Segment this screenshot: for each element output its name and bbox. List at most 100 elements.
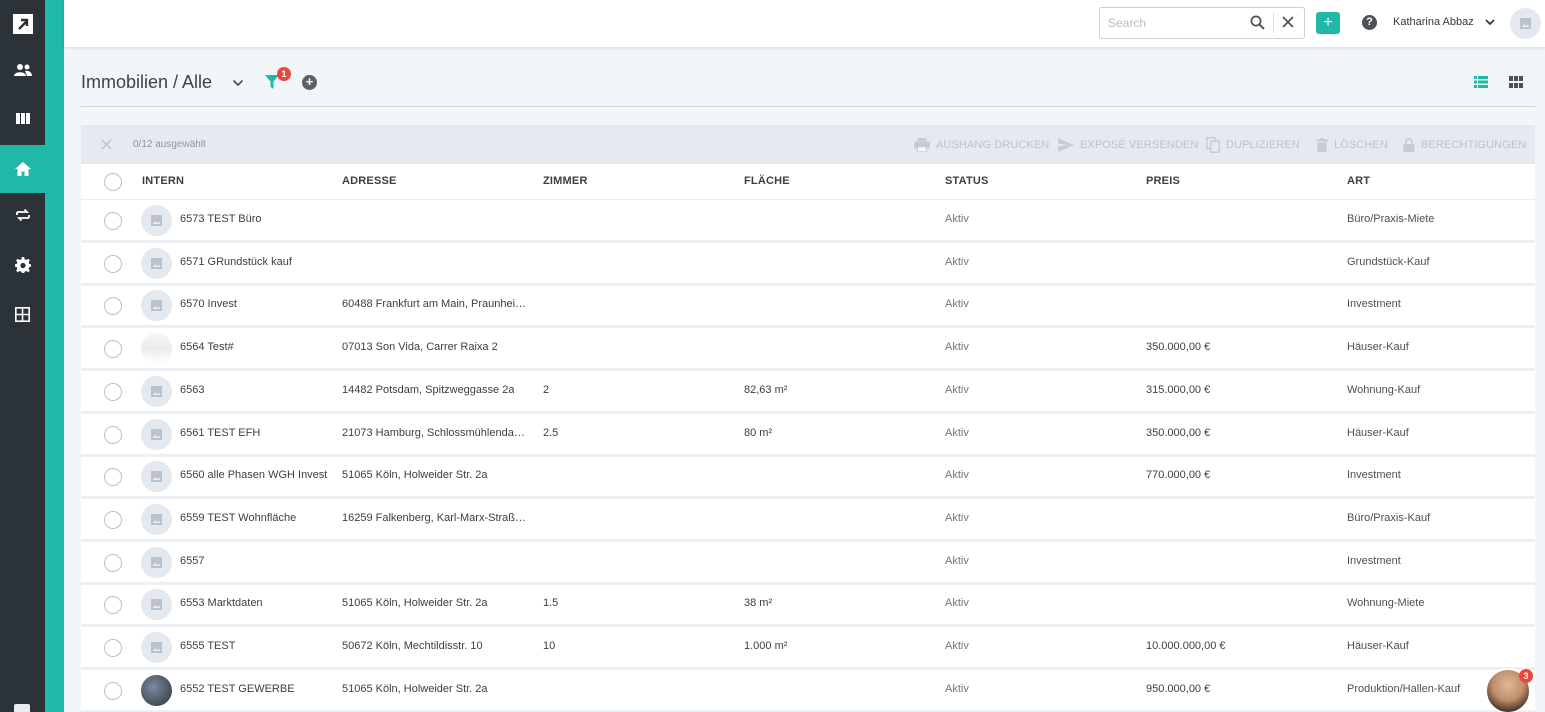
gear-icon[interactable] (0, 241, 45, 289)
table-row[interactable]: 6555 TEST 50672 Köln, Mechtildisstr. 10 10… (81, 627, 1535, 670)
chat-badge: 3 (1519, 669, 1533, 683)
row-select-radio[interactable] (104, 596, 122, 614)
help-icon[interactable]: ? (1362, 15, 1377, 30)
column-header-art[interactable]: ART (1347, 175, 1370, 187)
filter-icon[interactable] (265, 75, 279, 93)
property-thumbnail (141, 333, 172, 364)
column-header-intern[interactable]: INTERN (142, 175, 184, 187)
row-select-radio[interactable] (104, 468, 122, 486)
sidebar-bottom-tab[interactable] (14, 704, 30, 712)
cell-intern[interactable]: 6573 TEST Büro (180, 213, 262, 225)
cell-flaeche: 80 m² (744, 427, 773, 439)
avatar[interactable] (1510, 8, 1541, 39)
cell-intern[interactable]: 6557 (180, 555, 204, 567)
add-button[interactable]: + (1316, 12, 1340, 34)
grid-icon[interactable] (0, 290, 45, 338)
table-row[interactable]: 6559 TEST Wohnfläche 16259 Falkenberg, Ka… (81, 499, 1535, 542)
cell-intern[interactable]: 6561 TEST EFH (180, 427, 260, 439)
cell-preis: 350.000,00 € (1146, 427, 1211, 439)
row-select-radio[interactable] (104, 639, 122, 657)
duplicate-button[interactable]: DUPLIZIEREN (1206, 137, 1300, 153)
send-expose-label: EXPOSÉ VERSENDEN (1080, 139, 1199, 151)
cell-preis: 10.000.000,00 € (1146, 640, 1226, 652)
print-button[interactable]: AUSHANG DRUCKEN (914, 137, 1049, 153)
table-row[interactable]: 6573 TEST Büro Aktiv Büro/Praxis-Miete (81, 200, 1535, 243)
column-header-zimmer[interactable]: ZIMMER (543, 175, 588, 187)
cell-intern[interactable]: 6553 Marktdaten (180, 597, 263, 609)
cell-status: Aktiv (945, 683, 969, 695)
column-header-preis[interactable]: PREIS (1146, 175, 1180, 187)
cell-intern[interactable]: 6571 GRundstück kauf (180, 256, 292, 268)
selection-count: 0/12 ausgewählt (133, 139, 206, 150)
search-box (1099, 7, 1305, 39)
divider (81, 106, 1535, 107)
cell-art: Produktion/Hallen-Kauf (1347, 683, 1461, 695)
row-select-radio[interactable] (104, 682, 122, 700)
delete-button[interactable]: LÖSCHEN (1316, 137, 1388, 153)
search-input[interactable] (1108, 14, 1238, 32)
cell-intern[interactable]: 6552 TEST GEWERBE (180, 683, 295, 695)
cell-adresse: 14482 Potsdam, Spitzweggasse 2a (342, 384, 515, 396)
row-select-radio[interactable] (104, 297, 122, 315)
table-row[interactable]: 6570 Invest 60488 Frankfurt am Main, Prau… (81, 285, 1535, 328)
logo-arrow-icon[interactable] (0, 0, 45, 48)
row-select-radio[interactable] (104, 255, 122, 273)
send-expose-button[interactable]: EXPOSÉ VERSENDEN (1058, 137, 1198, 153)
table-row[interactable]: 6561 TEST EFH 21073 Hamburg, Schlossmühle… (81, 414, 1535, 457)
grid-view-icon[interactable] (1509, 76, 1523, 91)
permissions-button[interactable]: BERECHTIGUNGEN (1403, 137, 1526, 153)
cell-preis: 350.000,00 € (1146, 341, 1211, 353)
row-select-radio[interactable] (104, 426, 122, 444)
table-row[interactable]: 6563 14482 Potsdam, Spitzweggasse 2a 2 82,6… (81, 371, 1535, 414)
table-row[interactable]: 6560 alle Phasen WGH Invest 51065 Köln, H… (81, 456, 1535, 499)
add-icon[interactable]: + (302, 75, 317, 90)
select-all-radio[interactable] (104, 173, 122, 191)
print-icon (914, 138, 930, 152)
close-icon[interactable] (1282, 16, 1294, 31)
row-select-radio[interactable] (104, 340, 122, 358)
home-icon[interactable] (0, 145, 45, 193)
cell-intern[interactable]: 6564 Test# (180, 341, 234, 353)
row-select-radio[interactable] (104, 383, 122, 401)
cell-adresse: 60488 Frankfurt am Main, Praunheim... (342, 298, 528, 310)
cell-art: Häuser-Kauf (1347, 640, 1409, 652)
cell-intern[interactable]: 6570 Invest (180, 298, 237, 310)
cell-art: Investment (1347, 469, 1401, 481)
list-view-icon[interactable] (1474, 76, 1488, 91)
image-placeholder-icon (141, 290, 172, 321)
image-placeholder-icon (141, 547, 172, 578)
table-row[interactable]: 6552 TEST GEWERBE 51065 Köln, Holweider S… (81, 670, 1535, 712)
column-header-adresse[interactable]: ADRESSE (342, 175, 397, 187)
table-row[interactable]: 6571 GRundstück kauf Aktiv Grundstück-Kauf (81, 243, 1535, 286)
user-name[interactable]: Katharina Abbaz (1393, 16, 1474, 28)
search-icon[interactable] (1250, 15, 1265, 33)
row-select-radio[interactable] (104, 511, 122, 529)
lock-icon (1403, 138, 1415, 152)
cell-status: Aktiv (945, 597, 969, 609)
send-icon (1058, 138, 1074, 152)
close-icon[interactable] (101, 139, 112, 153)
cell-status: Aktiv (945, 341, 969, 353)
contacts-icon[interactable] (0, 46, 45, 94)
cell-intern[interactable]: 6559 TEST Wohnfläche (180, 512, 296, 524)
table-row[interactable]: 6564 Test# 07013 Son Vida, Carrer Raixa 2… (81, 328, 1535, 371)
row-select-radio[interactable] (104, 554, 122, 572)
permissions-label: BERECHTIGUNGEN (1421, 139, 1527, 151)
cell-intern[interactable]: 6560 alle Phasen WGH Invest (180, 469, 327, 481)
chevron-down-icon[interactable] (231, 77, 245, 92)
selection-actionbar: 0/12 ausgewählt AUSHANG DRUCKEN EXPOSÉ V… (81, 125, 1535, 164)
chevron-down-icon[interactable] (1484, 16, 1496, 31)
cell-intern[interactable]: 6555 TEST (180, 640, 235, 652)
column-header-status[interactable]: STATUS (945, 175, 989, 187)
cell-intern[interactable]: 6563 (180, 384, 204, 396)
image-placeholder-icon (141, 205, 172, 236)
row-select-radio[interactable] (104, 212, 122, 230)
column-header-flaeche[interactable]: FLÄCHE (744, 175, 790, 187)
table-header: INTERN ADRESSE ZIMMER FLÄCHE STATUS PREI… (81, 164, 1535, 200)
cell-status: Aktiv (945, 256, 969, 268)
table-row[interactable]: 6557 Aktiv Investment (81, 542, 1535, 585)
swap-icon[interactable] (0, 191, 45, 239)
table-row[interactable]: 6553 Marktdaten 51065 Köln, Holweider Str… (81, 584, 1535, 627)
filter-count-badge: 1 (277, 67, 291, 81)
columns-icon[interactable] (0, 94, 45, 142)
